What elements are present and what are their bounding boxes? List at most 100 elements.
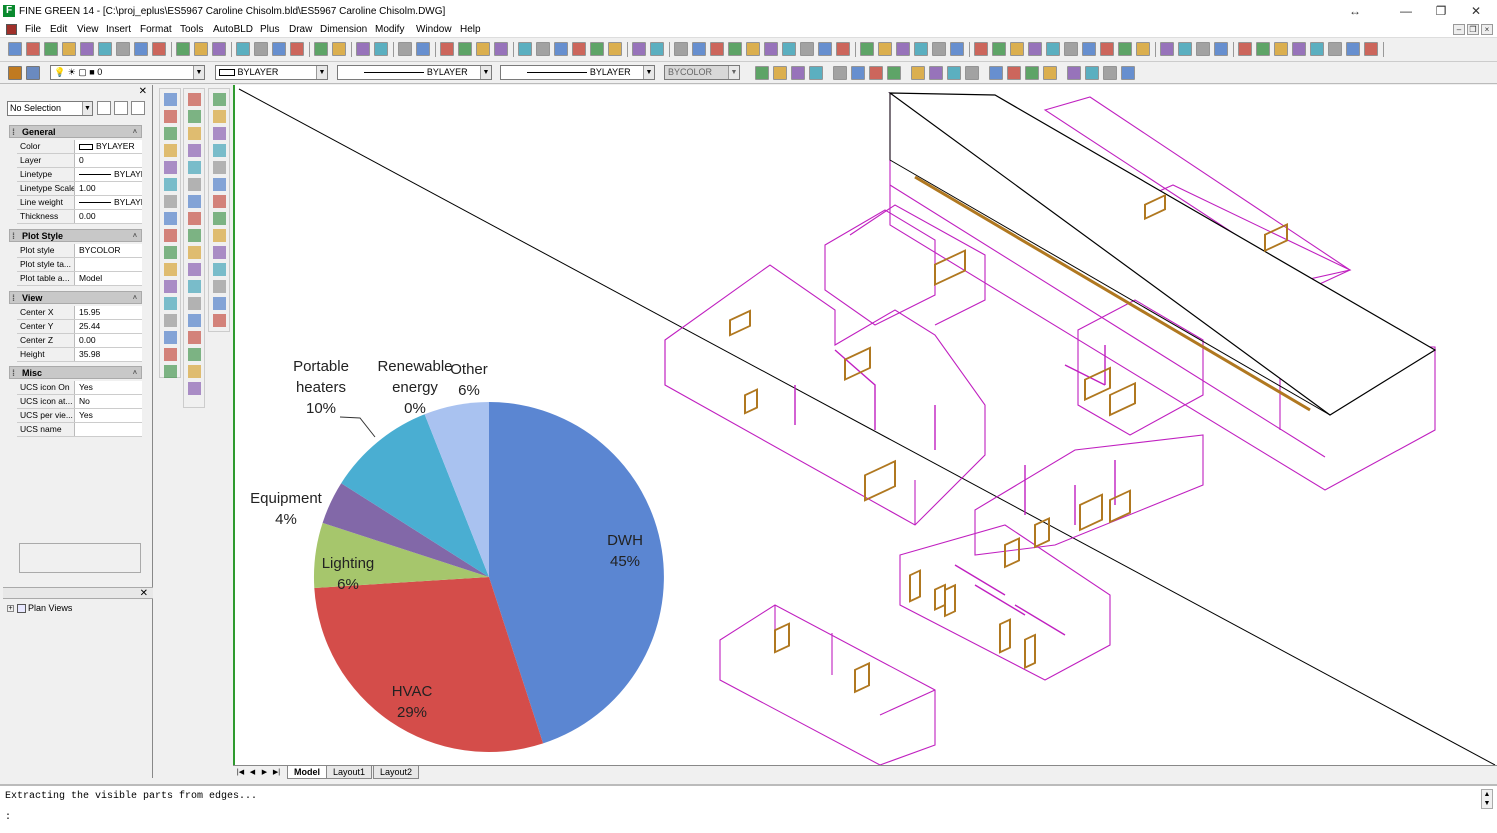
property-value[interactable]: 15.95 (77, 306, 142, 319)
property-value[interactable]: BYCOLOR (77, 244, 142, 257)
window[interactable] (909, 569, 921, 603)
window[interactable] (729, 309, 751, 337)
menu-window[interactable]: Window (416, 24, 452, 35)
building-wall[interactable] (1077, 299, 1204, 436)
toolbar-button-icon[interactable] (590, 42, 604, 56)
property-row[interactable]: Plot style ta... (17, 258, 142, 272)
menu-help[interactable]: Help (460, 24, 481, 35)
toolbar-button-icon[interactable] (608, 42, 622, 56)
property-value[interactable]: Yes (77, 381, 142, 394)
toolbar-button-icon[interactable] (254, 42, 268, 56)
property-row[interactable]: Thickness 0.00 (17, 210, 142, 224)
tool-icon[interactable] (188, 195, 201, 208)
property-row[interactable]: Plot table a... Model (17, 272, 142, 286)
tool-icon[interactable] (188, 314, 201, 327)
tool-icon[interactable] (164, 263, 177, 276)
toolbar-button-icon[interactable] (98, 42, 112, 56)
tool-icon[interactable] (164, 331, 177, 344)
building-wall[interactable] (774, 605, 936, 716)
layer-previous-icon[interactable] (26, 66, 40, 80)
toolbar-button-icon[interactable] (860, 42, 874, 56)
minimize-button[interactable]: — (1396, 3, 1416, 19)
command-prompt[interactable]: : (5, 812, 11, 823)
toolbar-button-icon[interactable] (1136, 42, 1150, 56)
window[interactable] (744, 388, 758, 415)
prev-tab-icon[interactable]: ◀ (247, 767, 258, 778)
tool-icon[interactable] (213, 297, 226, 310)
property-row[interactable]: Linetype Scale 1.00 (17, 182, 142, 196)
toolbar-button-icon[interactable] (1238, 42, 1252, 56)
menu-edit[interactable]: Edit (50, 24, 67, 35)
toolbar-button-icon[interactable] (1178, 42, 1192, 56)
toolbar-button-icon[interactable] (1346, 42, 1360, 56)
tool-icon[interactable] (213, 229, 226, 242)
tool-icon[interactable] (164, 348, 177, 361)
window[interactable] (1079, 493, 1103, 532)
quick-select-icon[interactable] (131, 101, 145, 115)
command-area[interactable]: Extracting the visible parts from edges.… (0, 784, 1497, 833)
property-row[interactable]: UCS name (17, 423, 142, 437)
toolbar-button-icon[interactable] (1043, 66, 1057, 80)
tool-icon[interactable] (188, 365, 201, 378)
toolbar-button-icon[interactable] (791, 66, 805, 80)
layer-combo[interactable]: 💡 ☀ ▢ ■ 0 ▼ (50, 65, 205, 80)
toolbar-button-icon[interactable] (518, 42, 532, 56)
property-value[interactable]: BYLAYE (77, 196, 142, 209)
color-combo[interactable]: BYLAYER ▼ (215, 65, 328, 80)
menu-plus[interactable]: Plus (260, 24, 279, 35)
toolbar-button-icon[interactable] (764, 42, 778, 56)
toolbar-button-icon[interactable] (782, 42, 796, 56)
tool-icon[interactable] (164, 297, 177, 310)
tool-icon[interactable] (188, 178, 201, 191)
toolbar-button-icon[interactable] (1046, 42, 1060, 56)
tool-icon[interactable] (213, 195, 226, 208)
tool-icon[interactable] (164, 144, 177, 157)
tool-icon[interactable] (164, 110, 177, 123)
tab-layout2[interactable]: Layout2 (373, 766, 420, 779)
toolbar-button-icon[interactable] (332, 42, 346, 56)
toolbar-button-icon[interactable] (1085, 66, 1099, 80)
toolbar-button-icon[interactable] (755, 66, 769, 80)
window[interactable] (1084, 366, 1111, 402)
toolbar-button-icon[interactable] (869, 66, 883, 80)
property-row[interactable]: Line weightBYLAYE (17, 196, 142, 210)
interior-partition[interactable] (794, 345, 1106, 450)
toolbar-button-icon[interactable] (554, 42, 568, 56)
tool-icon[interactable] (213, 246, 226, 259)
tool-icon[interactable] (188, 110, 201, 123)
toolbar-button-icon[interactable] (632, 42, 646, 56)
collapse-icon[interactable]: ˄ (133, 126, 137, 139)
toolbar-button-icon[interactable] (476, 42, 490, 56)
window[interactable] (844, 346, 871, 382)
toolbar-button-icon[interactable] (1292, 42, 1306, 56)
section-header-general[interactable]: ⁞ General ˄ (9, 125, 142, 138)
window[interactable] (1034, 516, 1050, 549)
toolbar-button-icon[interactable] (1067, 66, 1081, 80)
first-tab-icon[interactable]: |◀ (235, 767, 246, 778)
tool-icon[interactable] (188, 263, 201, 276)
collapse-icon[interactable]: ˄ (133, 230, 137, 243)
toolbar-button-icon[interactable] (62, 42, 76, 56)
expand-icon[interactable]: + (7, 605, 14, 613)
toolbar-button-icon[interactable] (992, 42, 1006, 56)
toolbar-button-icon[interactable] (416, 42, 430, 56)
linetype-combo[interactable]: BYLAYER ▼ (337, 65, 492, 80)
toolbar-button-icon[interactable] (674, 42, 688, 56)
toolbar-button-icon[interactable] (194, 42, 208, 56)
section-header-plot-style[interactable]: ⁞ Plot Style ˄ (9, 229, 142, 242)
toolbar-button-icon[interactable] (851, 66, 865, 80)
tool-icon[interactable] (164, 93, 177, 106)
toolbar-button-icon[interactable] (1310, 42, 1324, 56)
tool-icon[interactable] (213, 178, 226, 191)
toolbar-button-icon[interactable] (974, 42, 988, 56)
toolbar-button-icon[interactable] (152, 42, 166, 56)
tree-item-plan-views[interactable]: + Plan Views (7, 603, 72, 614)
property-row[interactable]: Center Y 25.44 (17, 320, 142, 334)
tool-icon[interactable] (164, 127, 177, 140)
menu-dimension[interactable]: Dimension (320, 24, 367, 35)
property-row[interactable]: Center X 15.95 (17, 306, 142, 320)
tool-icon[interactable] (213, 110, 226, 123)
tool-icon[interactable] (164, 212, 177, 225)
toolbar-button-icon[interactable] (896, 42, 910, 56)
property-row[interactable]: Height 35.98 (17, 348, 142, 362)
